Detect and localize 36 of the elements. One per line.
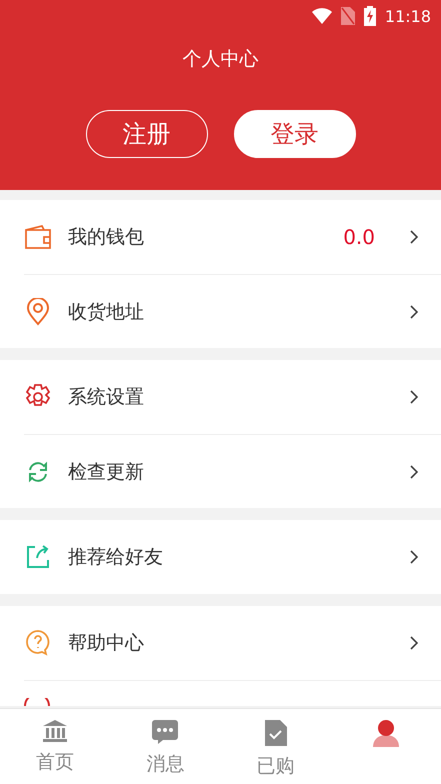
login-button[interactable]: 登录: [234, 110, 356, 158]
chevron-right-icon: [409, 464, 419, 480]
location-pin-icon: [26, 298, 50, 326]
menu-row[interactable]: 我的钱包 0.0: [24, 200, 441, 274]
status-time: 11:18: [384, 6, 431, 26]
menu-row[interactable]: 系统设置: [24, 360, 441, 434]
menu-row[interactable]: 检查更新: [24, 434, 441, 508]
nav-tab[interactable]: 首页: [0, 709, 110, 784]
menu-label: 系统设置: [68, 385, 145, 410]
wallet-balance: 0.0: [343, 225, 375, 249]
menu-row[interactable]: 收货地址: [24, 274, 441, 348]
register-button[interactable]: 注册: [86, 110, 208, 158]
no-sim-icon: [340, 7, 355, 25]
document-check-icon: [264, 719, 288, 747]
bank-icon: [42, 719, 68, 743]
nav-tab[interactable]: 已购: [220, 709, 331, 784]
chevron-right-icon: [409, 304, 419, 320]
wallet-icon: [24, 224, 52, 250]
chevron-right-icon: [409, 229, 419, 245]
chat-bubble-icon: [151, 719, 180, 745]
page-title: 个人中心: [182, 47, 258, 72]
menu-label: 检查更新: [68, 460, 145, 484]
menu-label: 我的钱包: [68, 225, 145, 250]
menu-label: 推荐给好友: [68, 545, 164, 570]
help-icon: [25, 629, 51, 657]
share-icon: [25, 544, 51, 570]
refresh-icon: [26, 460, 50, 484]
battery-charging-icon: [364, 6, 376, 26]
nav-tab[interactable]: 消息: [110, 709, 220, 784]
wifi-icon: [312, 8, 332, 24]
user-icon: [370, 719, 401, 747]
chevron-right-icon: [409, 635, 419, 651]
menu-label: 帮助中心: [68, 631, 145, 656]
chevron-right-icon: [409, 389, 419, 405]
chevron-right-icon: [409, 549, 419, 565]
menu-label: 收货地址: [68, 300, 145, 324]
